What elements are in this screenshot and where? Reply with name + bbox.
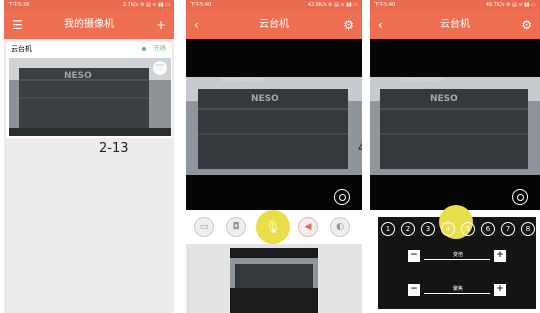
status-bar: 下午5:40 49.7K/s ⚙ ▤ ≋ ▮▮ ▭: [370, 0, 540, 11]
phone-screen-camera-list: 下午5:39 2.7K/s ⚙ ▤ ≋ ▮▮ ▭ ☰ 我的摄像机 + 云台机 在…: [4, 0, 174, 313]
focus-out-button[interactable]: −: [408, 284, 420, 296]
ptz-control-icon[interactable]: [512, 189, 528, 205]
status-time: 下午5:40: [374, 2, 396, 8]
preset-button-2[interactable]: 2: [401, 222, 415, 236]
zoom-label: 变倍: [452, 252, 463, 258]
back-icon[interactable]: ‹: [378, 11, 383, 39]
snapshot-button[interactable]: ◘: [226, 217, 246, 237]
ptz-preset-panel: 1 2 3 4 5 6 7 8 − 变倍 + − 聚焦 +: [378, 205, 536, 309]
camera-card[interactable]: 云台机 在线 NESO ···: [6, 42, 172, 138]
video-brand-text: NESO: [251, 94, 279, 104]
gear-icon[interactable]: ⚙: [521, 11, 532, 39]
live-video-image: NESO 我的-曲拍 切换频道 曲拍: [370, 39, 540, 210]
status-time: 下午5:40: [190, 2, 212, 8]
preset-button-5[interactable]: 5: [461, 222, 475, 236]
focus-label: 聚焦: [452, 286, 463, 292]
figure-caption: 2-13: [99, 141, 129, 156]
ptz-control-icon[interactable]: [334, 189, 350, 205]
status-indicators: 42.9K/s ⚙ ▤ ≋ ▮▮ ▭: [307, 2, 358, 8]
preset-button-8[interactable]: 8: [521, 222, 535, 236]
status-time: 下午5:39: [8, 2, 30, 8]
microphone-button[interactable]: 🎙: [256, 210, 290, 244]
app-header: ‹ 云台机 ⚙: [370, 11, 540, 39]
speaker-button[interactable]: ◀: [298, 217, 318, 237]
page-title: 云台机: [259, 19, 289, 30]
video-brand-text: NESO: [430, 94, 458, 104]
status-indicators: 2.7K/s ⚙ ▤ ≋ ▮▮ ▭: [122, 2, 170, 8]
gear-icon[interactable]: ⚙: [343, 11, 354, 39]
focus-in-button[interactable]: +: [494, 284, 506, 296]
live-video-image: NESO 我的-曲拍 切换频道 曲拍: [186, 39, 362, 210]
camera-name: 云台机: [11, 45, 32, 53]
page-title: 我的摄像机: [64, 19, 114, 30]
live-video[interactable]: NESO 我的-曲拍 切换频道 曲拍: [186, 39, 362, 210]
camera-thumbnail-image: NESO: [9, 58, 171, 136]
plus-icon[interactable]: +: [156, 11, 166, 39]
online-status-dot: [142, 47, 146, 51]
secondary-preview: [186, 244, 362, 313]
preset-button-4[interactable]: 4: [441, 222, 455, 236]
preset-button-1[interactable]: 1: [381, 222, 395, 236]
thumbnail-brand-text: NESO: [64, 71, 92, 81]
video-osd-text: 我的-曲拍 切换频道 曲拍: [221, 76, 265, 82]
record-button[interactable]: ▭: [194, 217, 214, 237]
live-video[interactable]: NESO 我的-曲拍 切换频道 曲拍: [370, 39, 540, 210]
page-title: 云台机: [440, 19, 470, 30]
zoom-out-button[interactable]: −: [408, 250, 420, 262]
status-bar: 下午5:39 2.7K/s ⚙ ▤ ≋ ▮▮ ▭: [4, 0, 174, 11]
phone-screen-live-view: 下午5:40 42.9K/s ⚙ ▤ ≋ ▮▮ ▭ ‹ 云台机 ⚙ NESO 我…: [186, 0, 362, 313]
camera-thumbnail[interactable]: NESO ···: [9, 58, 171, 136]
more-options-button[interactable]: ···: [153, 61, 167, 75]
preset-button-6[interactable]: 6: [481, 222, 495, 236]
app-header: ‹ 云台机 ⚙: [186, 11, 362, 39]
focus-divider-line: [424, 293, 490, 294]
status-indicators: 49.7K/s ⚙ ▤ ≋ ▮▮ ▭: [485, 2, 536, 8]
zoom-divider-line: [424, 259, 490, 260]
mirror-button[interactable]: ◐: [330, 217, 350, 237]
back-icon[interactable]: ‹: [194, 11, 199, 39]
preset-button-3[interactable]: 3: [421, 222, 435, 236]
preview-thumbnail: [230, 248, 318, 313]
online-status: 在线: [153, 45, 166, 52]
app-header: ☰ 我的摄像机 +: [4, 11, 174, 39]
preset-button-7[interactable]: 7: [501, 222, 515, 236]
phone-screen-ptz-presets: 下午5:40 49.7K/s ⚙ ▤ ≋ ▮▮ ▭ ‹ 云台机 ⚙ NESO 我…: [370, 0, 540, 313]
video-osd-text: 我的-曲拍 切换频道 曲拍: [400, 76, 444, 82]
status-bar: 下午5:40 42.9K/s ⚙ ▤ ≋ ▮▮ ▭: [186, 0, 362, 11]
caption-fragment: 4: [358, 141, 362, 156]
menu-icon[interactable]: ☰: [12, 11, 23, 39]
zoom-in-button[interactable]: +: [494, 250, 506, 262]
control-bar: ▭ ◘ 🎙 ◀ ◐: [186, 210, 362, 244]
